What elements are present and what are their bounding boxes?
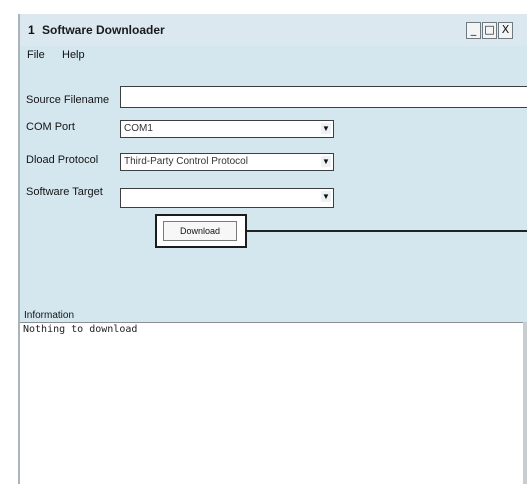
- menu-help[interactable]: Help: [62, 49, 85, 61]
- minimize-button[interactable]: _: [466, 22, 481, 39]
- software-target-select[interactable]: ▼: [120, 188, 334, 208]
- information-label: Information: [24, 310, 75, 321]
- software-downloader-window: 1 Software Downloader _ □ X File Help So…: [18, 14, 527, 484]
- com-port-label: COM Port: [26, 121, 75, 133]
- menu-bar: File Help: [20, 46, 527, 66]
- information-textarea[interactable]: Nothing to download: [20, 322, 527, 484]
- download-button-highlight: Download: [155, 214, 247, 248]
- download-button[interactable]: Download: [163, 221, 237, 241]
- chevron-down-icon[interactable]: ▼: [321, 191, 331, 202]
- chevron-down-icon[interactable]: ▼: [321, 123, 331, 134]
- source-filename-label: Source Filename: [26, 94, 110, 106]
- dload-protocol-select[interactable]: Third-Party Control Protocol ▼: [120, 153, 334, 171]
- information-text: Nothing to download: [23, 324, 138, 335]
- app-icon: 1: [28, 23, 35, 37]
- chevron-down-icon[interactable]: ▼: [321, 156, 331, 167]
- maximize-button[interactable]: □: [482, 22, 497, 39]
- menu-file[interactable]: File: [27, 49, 45, 61]
- title-bar: 1 Software Downloader _ □ X: [20, 14, 527, 46]
- scrollbar[interactable]: [523, 322, 527, 484]
- software-target-label: Software Target: [26, 186, 103, 198]
- dload-protocol-label: Dload Protocol: [26, 154, 99, 166]
- com-port-value: COM1: [124, 123, 153, 134]
- callout-line: [247, 230, 527, 232]
- dload-protocol-value: Third-Party Control Protocol: [124, 156, 248, 167]
- close-button[interactable]: X: [498, 22, 513, 39]
- source-filename-input[interactable]: [120, 86, 527, 108]
- com-port-select[interactable]: COM1 ▼: [120, 120, 334, 138]
- window-title: Software Downloader: [42, 23, 165, 37]
